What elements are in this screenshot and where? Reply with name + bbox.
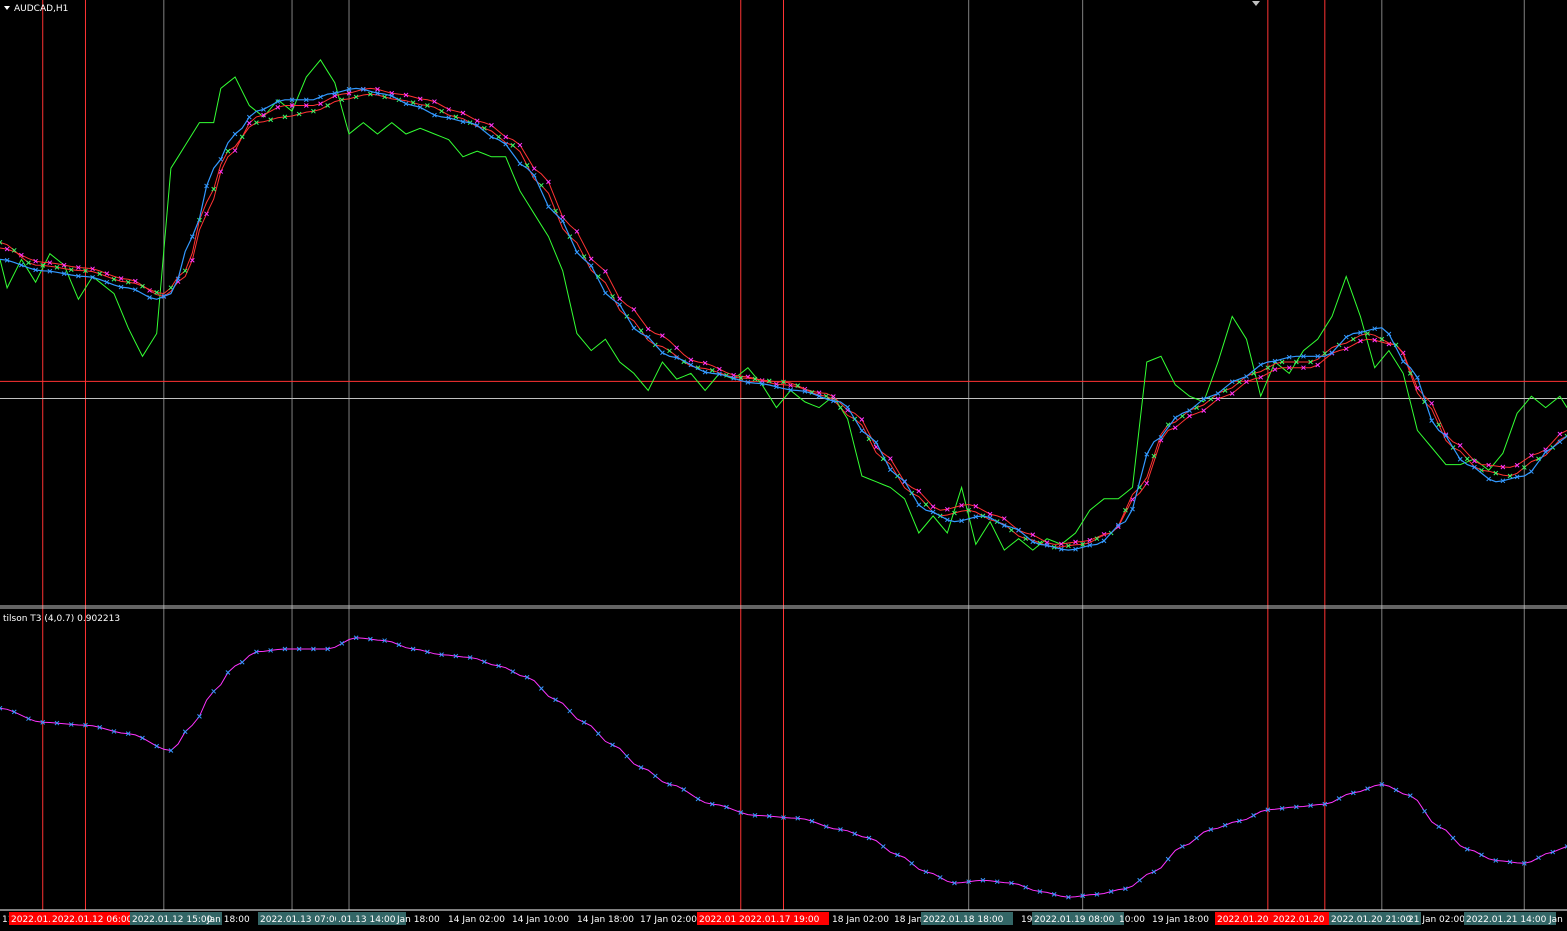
indicator-title: tilson T3 (4,0.7) 0.902213	[3, 614, 120, 624]
time-label: 2022.01.20 21:00	[1331, 915, 1412, 925]
time-label: 2022.01.21 14:00	[1466, 915, 1547, 925]
time-label: 2022.01.	[699, 915, 739, 925]
time-label: 19 Jan 18:00	[1152, 915, 1209, 925]
time-label: 10:00	[1119, 915, 1145, 925]
time-label: .01.13 14:00	[338, 915, 396, 925]
time-label: 2022.01.20	[1273, 915, 1325, 925]
time-label: 18 Jan 02:00	[832, 915, 889, 925]
time-label: 2022.01.	[11, 915, 51, 925]
time-label: 18 Jan	[894, 915, 922, 925]
time-label: 17 Jan 02:00	[640, 915, 697, 925]
time-label: 19	[1021, 915, 1033, 925]
time-label: Jan 18:00	[206, 915, 250, 925]
time-label: 2022.01.19 08:00	[1034, 915, 1115, 925]
time-label: 2022.01.12 15:00	[132, 915, 213, 925]
time-label: 2022.01.13 07:00	[260, 915, 341, 925]
time-label: 14 Jan 10:00	[512, 915, 569, 925]
symbol-title: AUDCAD,H1	[14, 4, 68, 14]
time-label: 21 Jan 02:00	[1408, 915, 1465, 925]
time-label: 2022.01.12 06:00	[52, 915, 133, 925]
time-label: 14 Jan 18:00	[577, 915, 634, 925]
time-label: 2022.01.17 19:00	[739, 915, 820, 925]
time-label: 14 Jan 02:00	[448, 915, 505, 925]
chart-canvas[interactable]: 112022.01. 2022.01.12 06:00 2022.01.12 15:…	[0, 0, 1567, 931]
time-label: 2022.01.18 18:00	[923, 915, 1004, 925]
time-label: 2022.01.20	[1217, 915, 1269, 925]
time-label: Jan	[1548, 915, 1563, 925]
time-label: Jan 18:00	[396, 915, 440, 925]
